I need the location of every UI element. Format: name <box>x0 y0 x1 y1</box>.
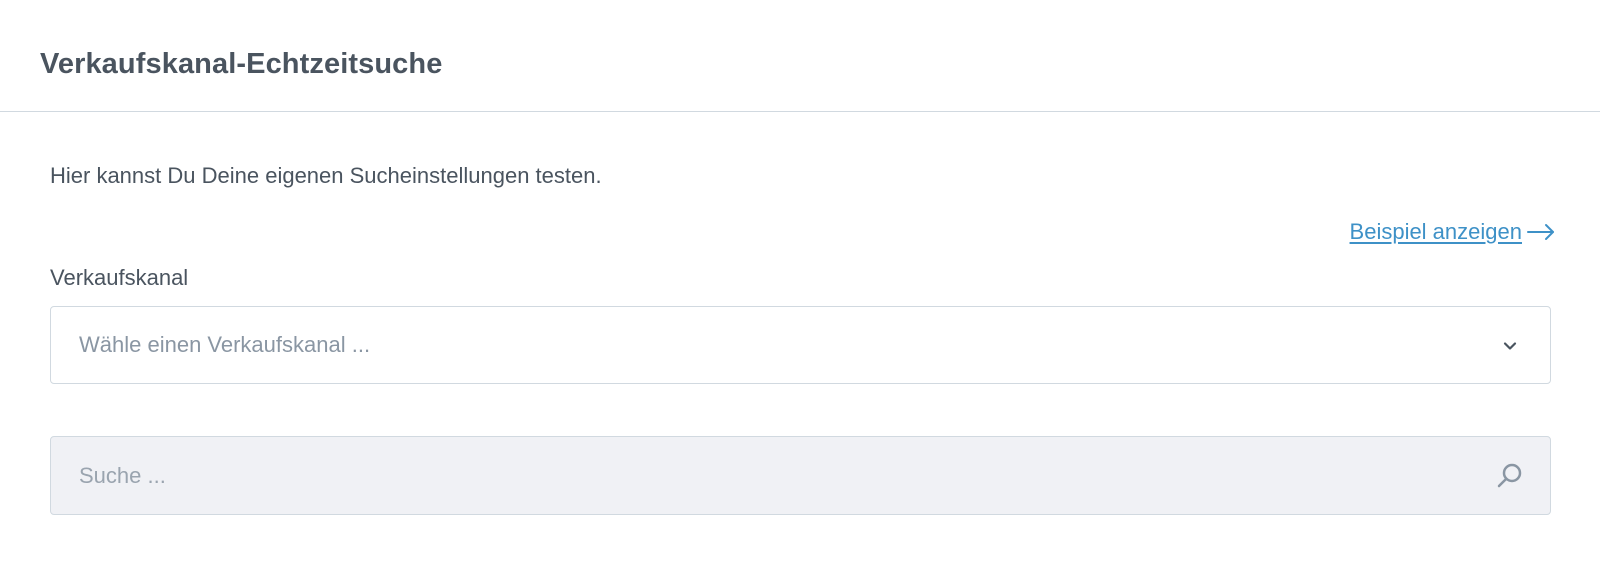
card-header: Verkaufskanal-Echtzeitsuche <box>0 0 1600 112</box>
sales-channel-placeholder: Wähle einen Verkaufskanal ... <box>79 332 371 357</box>
page-title: Verkaufskanal-Echtzeitsuche <box>40 48 443 80</box>
intro-text: Hier kannst Du Deine eigenen Sucheinstel… <box>50 163 602 188</box>
card-body: Hier kannst Du Deine eigenen Sucheinstel… <box>0 112 1600 582</box>
search-input[interactable] <box>51 437 1451 514</box>
sales-channel-select[interactable]: Wähle einen Verkaufskanal ... <box>50 306 1551 384</box>
search-icon[interactable] <box>1494 461 1524 491</box>
arrow-right-icon[interactable] <box>1526 222 1556 242</box>
chevron-down-icon <box>1503 342 1517 350</box>
search-field <box>50 436 1551 515</box>
show-example-link[interactable]: Beispiel anzeigen <box>1350 216 1522 248</box>
search-preview-card: Verkaufskanal-Echtzeitsuche Hier kannst … <box>0 0 1600 582</box>
sales-channel-label: Verkaufskanal <box>50 265 189 290</box>
